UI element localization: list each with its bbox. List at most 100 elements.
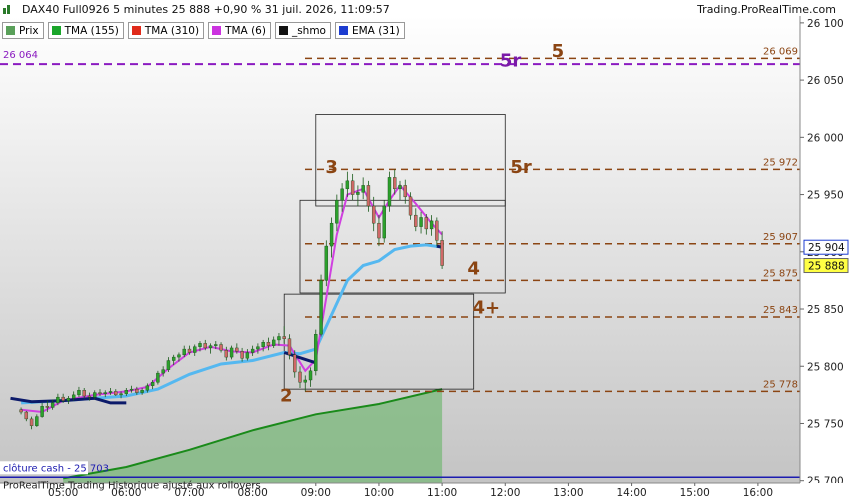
candle-body <box>440 240 444 266</box>
candle-body <box>408 196 413 216</box>
x-tick-label: 12:00 <box>490 487 520 499</box>
candle-body <box>429 220 434 230</box>
y-tick-label: 25 850 <box>807 304 844 316</box>
candle-body <box>345 180 350 190</box>
x-tick-label: 15:00 <box>680 487 710 499</box>
candle-body <box>208 345 213 349</box>
candle-body <box>93 392 97 398</box>
legend-swatch <box>6 26 15 35</box>
legend-item[interactable]: TMA (6) <box>208 22 271 39</box>
candle-body <box>156 372 160 383</box>
candle-body <box>335 200 339 224</box>
candle-body <box>187 348 192 353</box>
brand-label: Trading.ProRealTime.com <box>697 3 836 16</box>
wave-label: 4 <box>467 259 480 280</box>
candle-body <box>240 351 244 359</box>
candle-body <box>214 344 218 346</box>
candle-body <box>393 177 397 190</box>
legend-swatch <box>278 26 288 35</box>
candle-body <box>356 192 360 195</box>
candle-body <box>282 336 286 339</box>
candle-body <box>319 280 323 335</box>
y-tick-label: 25 750 <box>807 418 844 430</box>
candle-body <box>298 371 302 383</box>
candle-body <box>350 180 355 195</box>
legend-item[interactable]: _shmo <box>274 22 331 39</box>
candle-body <box>303 379 307 383</box>
candle-body <box>124 390 129 394</box>
candle-body <box>45 406 50 408</box>
candle-body <box>371 205 376 224</box>
legend-item[interactable]: EMA (31) <box>334 22 405 39</box>
candle-body <box>377 222 381 239</box>
legend-swatch <box>212 26 222 35</box>
candle-body <box>145 385 150 391</box>
x-tick-label: 10:00 <box>364 487 394 499</box>
x-tick-label: 16:00 <box>743 487 773 499</box>
candle-body <box>35 416 39 426</box>
candle-body <box>261 342 265 347</box>
candle-body <box>203 343 207 349</box>
level-label: 26 069 <box>763 46 798 57</box>
x-tick-label: 13:00 <box>553 487 583 499</box>
level-label: 25 907 <box>763 232 798 243</box>
candle-body <box>398 185 402 190</box>
wave-label: 5 <box>552 41 565 62</box>
candle-body <box>419 217 423 227</box>
candle-body <box>71 394 76 399</box>
candle-body <box>129 388 134 391</box>
legend-label: TMA (6) <box>225 24 266 37</box>
candle-body <box>366 185 371 207</box>
wave-label: 4+ <box>473 298 501 319</box>
level-label: 25 843 <box>763 305 798 316</box>
y-tick-label: 25 950 <box>807 190 844 202</box>
candle-body <box>24 411 29 420</box>
candle-body <box>166 360 171 370</box>
candle-body <box>29 418 34 426</box>
level-label: 25 972 <box>763 157 798 168</box>
price-chart[interactable]: 26 069 26 064 25 972 25 907 25 875 25 843 25 7… <box>0 0 850 500</box>
candle-body <box>324 245 329 281</box>
legend-swatch <box>338 26 348 35</box>
candle-body <box>171 356 176 361</box>
chart-menu-icon[interactable] <box>3 5 13 14</box>
wave-label: 5r <box>500 50 522 71</box>
candle-body <box>308 370 313 381</box>
candle-body <box>66 398 71 401</box>
y-tick-label: 25 800 <box>807 361 844 373</box>
candle-body <box>235 347 239 352</box>
price-tag-label: 25 888 <box>808 261 845 273</box>
candle-body <box>340 188 344 201</box>
candle-body <box>256 346 260 350</box>
legend-item[interactable]: Prix <box>2 22 44 39</box>
legend-label: EMA (31) <box>351 24 400 37</box>
candle-body <box>82 390 86 397</box>
legend-item[interactable]: TMA (155) <box>47 22 124 39</box>
close-cash-label: clôture cash - 25 703 <box>3 462 109 474</box>
legend-item[interactable]: TMA (310) <box>127 22 205 39</box>
candle-body <box>277 336 281 341</box>
candle-body <box>424 217 429 230</box>
legend-swatch <box>131 26 141 35</box>
x-tick-label: 11:00 <box>427 487 457 499</box>
candle-body <box>19 409 23 413</box>
provider-label: ProRealTime Trading Historique ajusté au… <box>3 479 261 491</box>
candle-body <box>140 390 144 393</box>
indicator-legend: Prix TMA (155) TMA (310) TMA (6) _shmo EMA (3… <box>2 22 405 39</box>
level-label: 25 875 <box>763 268 798 279</box>
candle-body <box>414 214 418 227</box>
legend-label: Prix <box>19 24 39 37</box>
legend-swatch <box>51 26 61 35</box>
legend-label: _shmo <box>291 24 326 37</box>
instrument-title: DAX40 Full0926 5 minutes 25 888 +0,90 % … <box>22 3 390 16</box>
candle-body <box>103 392 107 394</box>
candle-body <box>271 339 276 346</box>
candle-body <box>50 402 55 408</box>
candle-body <box>98 392 102 394</box>
wave-label: 2 <box>280 386 293 407</box>
candle-body <box>287 338 292 356</box>
candle-body <box>119 393 123 396</box>
candle-body <box>224 350 229 358</box>
candle-body <box>77 390 81 396</box>
candle-body <box>40 406 44 417</box>
